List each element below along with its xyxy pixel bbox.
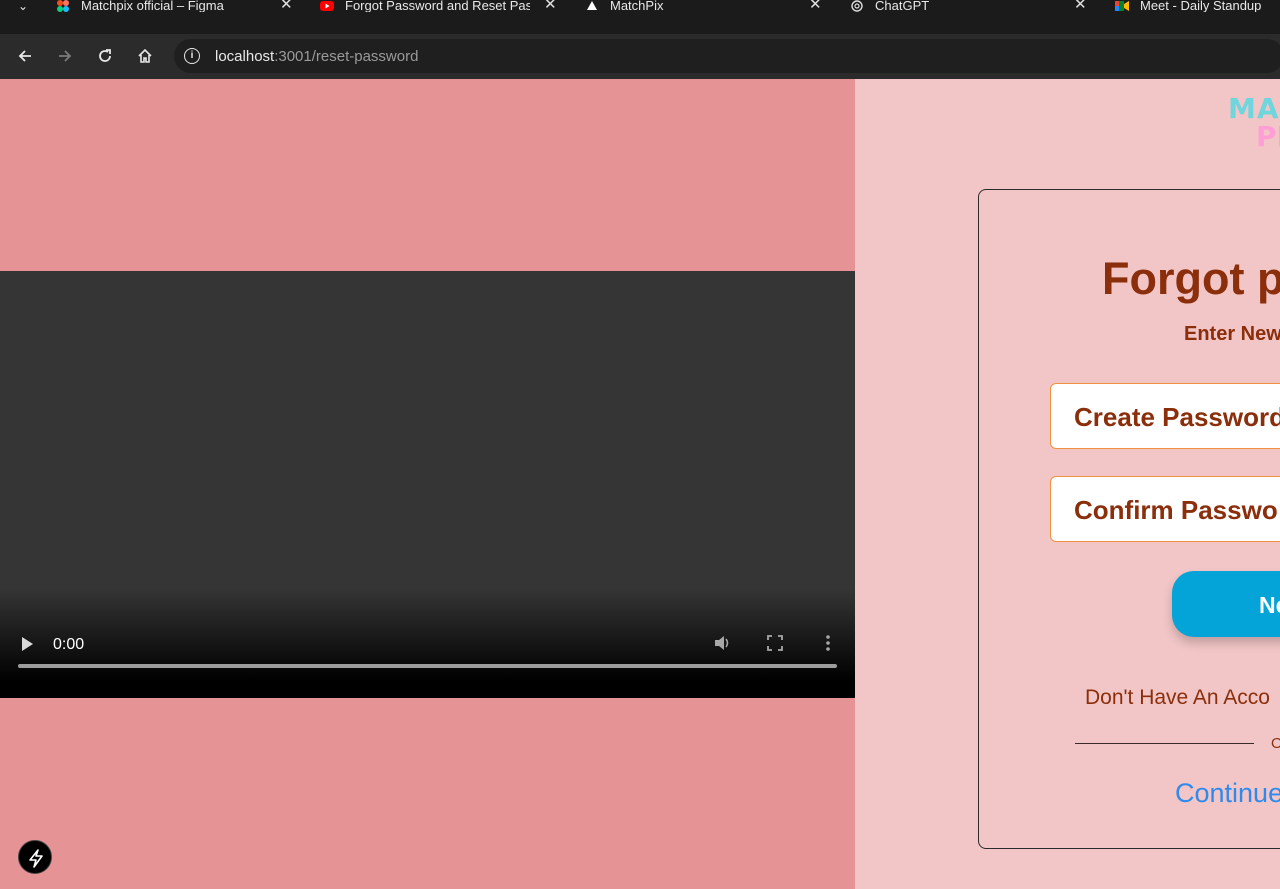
tab-close-icon[interactable]: ✕ [280, 0, 293, 12]
triangle-icon [587, 1, 597, 10]
left-media-panel: 0:00 [0, 79, 855, 889]
tab-search-chevron-icon[interactable]: ⌄ [12, 0, 34, 14]
matchpix-logo: MA PI [1228, 95, 1280, 151]
confirm-password-placeholder: Confirm Passwo [1074, 495, 1278, 525]
figma-icon [57, 0, 69, 12]
url-host: localhost [215, 48, 275, 65]
volume-icon[interactable] [712, 633, 732, 653]
url-text[interactable]: localhost:3001/reset-password [215, 48, 418, 65]
confirm-password-field[interactable]: Confirm Passwo [1050, 476, 1280, 542]
browser-tab-figma[interactable]: Matchpix official – Figma ✕ [56, 0, 306, 14]
tab-title: Forgot Password and Reset Pas [345, 0, 530, 12]
dev-tools-bolt-button[interactable] [18, 840, 52, 874]
address-bar[interactable]: i localhost:3001/reset-password [174, 39, 1280, 73]
forward-icon[interactable] [52, 43, 78, 69]
back-icon[interactable] [12, 43, 38, 69]
reload-icon[interactable] [92, 43, 118, 69]
fullscreen-icon[interactable] [767, 635, 783, 651]
browser-tab-matchpix[interactable]: MatchPix ✕ [585, 0, 835, 14]
continue-link[interactable]: Continue [1175, 778, 1280, 809]
reset-password-card: Forgot p Enter New Create Password Confi… [978, 189, 1280, 849]
url-path: :3001/reset-password [274, 48, 419, 65]
google-meet-icon [1115, 1, 1129, 11]
tab-title: Meet - Daily Standup [1140, 0, 1262, 12]
logo-line-1: MA [1228, 92, 1280, 125]
page-subtitle: Enter New [1184, 323, 1280, 345]
home-icon[interactable] [132, 43, 158, 69]
more-options-icon[interactable] [821, 633, 835, 653]
create-password-field[interactable]: Create Password [1050, 383, 1280, 449]
browser-tab-meet[interactable]: Meet - Daily Standup [1115, 0, 1280, 14]
play-icon[interactable] [22, 637, 33, 651]
tab-close-icon[interactable]: ✕ [809, 0, 822, 12]
lightning-bolt-icon [29, 849, 43, 868]
logo-line-2: PI [1256, 120, 1280, 153]
browser-tab-chatgpt[interactable]: ChatGPT ✕ [850, 0, 1100, 14]
browser-tab-bar: ⌄ Matchpix official – Figma ✕ Forgot Pas… [0, 0, 1280, 34]
tab-close-icon[interactable]: ✕ [544, 0, 557, 12]
site-info-icon[interactable]: i [184, 48, 200, 64]
video-time: 0:00 [53, 636, 85, 653]
submit-new-password-button[interactable]: Ne [1172, 571, 1280, 637]
auth-panel: MA PI Forgot p Enter New Create Password… [855, 79, 1280, 889]
or-text: O [1271, 735, 1280, 752]
page-title: Forgot p [1102, 253, 1280, 304]
or-divider-line [1075, 743, 1254, 744]
youtube-icon [320, 1, 334, 11]
browser-toolbar: i localhost:3001/reset-password [0, 34, 1280, 79]
tab-close-icon[interactable]: ✕ [1074, 0, 1087, 12]
video-progress-bar[interactable] [18, 664, 837, 668]
submit-button-label: Ne [1259, 592, 1280, 618]
tab-title: ChatGPT [875, 0, 930, 12]
browser-tab-youtube[interactable]: Forgot Password and Reset Pas ✕ [320, 0, 570, 14]
tab-title: MatchPix [610, 0, 664, 12]
chatgpt-icon [851, 0, 863, 12]
tab-title: Matchpix official – Figma [81, 0, 224, 12]
video-player[interactable]: 0:00 [0, 271, 855, 698]
create-password-placeholder: Create Password [1074, 402, 1280, 432]
no-account-text[interactable]: Don't Have An Acco [1085, 686, 1270, 710]
